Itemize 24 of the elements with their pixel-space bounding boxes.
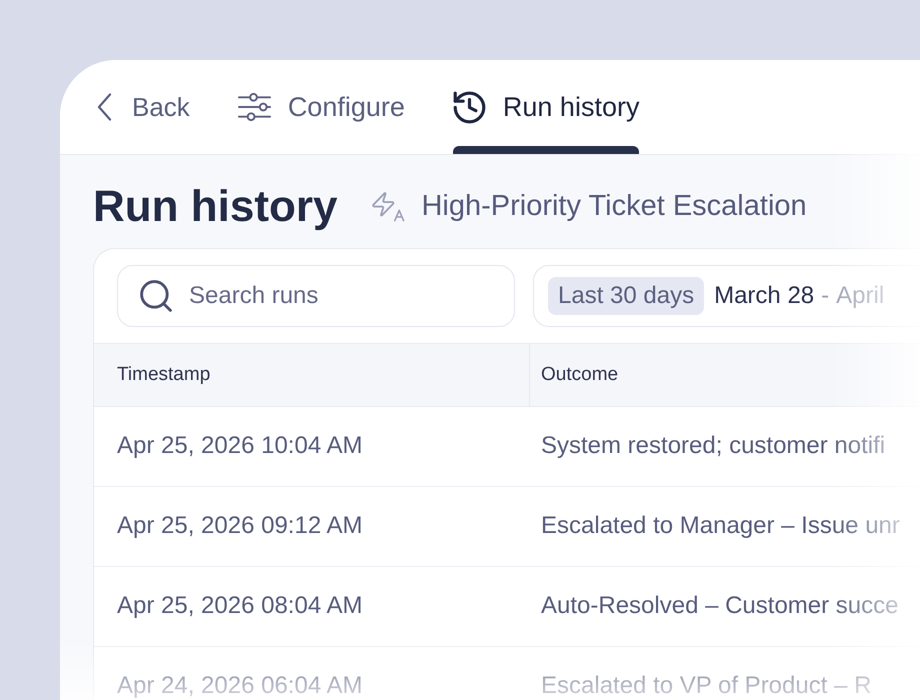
search-icon (140, 280, 172, 312)
date-range-text: March 28 - April (714, 282, 884, 310)
bolt-icon (372, 192, 406, 222)
history-icon (452, 90, 486, 124)
table-cell-text: Auto-Resolved – Customer succe (540, 592, 900, 620)
table-cell-text: Apr 25, 2026 08:04 AM (116, 592, 364, 620)
search-field[interactable]: Search runs (117, 265, 515, 327)
column-header[interactable]: Timestamp (94, 344, 529, 406)
table-cell-text: Escalated to Manager – Issue unr (540, 512, 901, 540)
column-header[interactable]: Outcome (529, 344, 920, 406)
preset-chip[interactable]: Last 30 days (548, 277, 704, 315)
table-cell-text: Apr 25, 2026 09:12 AM (116, 512, 364, 540)
tab[interactable]: Configure (238, 60, 405, 154)
table-cell-text: Apr 24, 2026 06:04 AM (116, 672, 364, 700)
date-range-field[interactable]: Last 30 days March 28 - April (533, 265, 920, 327)
workflow-name: High-Priority Ticket Escalation (421, 190, 807, 223)
tab[interactable]: Run history (452, 60, 640, 154)
table-cell-text: Escalated to VP of Product – R (540, 672, 872, 700)
table-cell-text: System restored; customer notifi (540, 432, 886, 460)
table-cell-text: Apr 25, 2026 10:04 AM (116, 432, 364, 460)
page-title: Run history (93, 181, 338, 233)
back-link[interactable]: Back (97, 60, 190, 154)
sliders-icon (238, 92, 271, 122)
chevron-left-icon (97, 93, 112, 121)
